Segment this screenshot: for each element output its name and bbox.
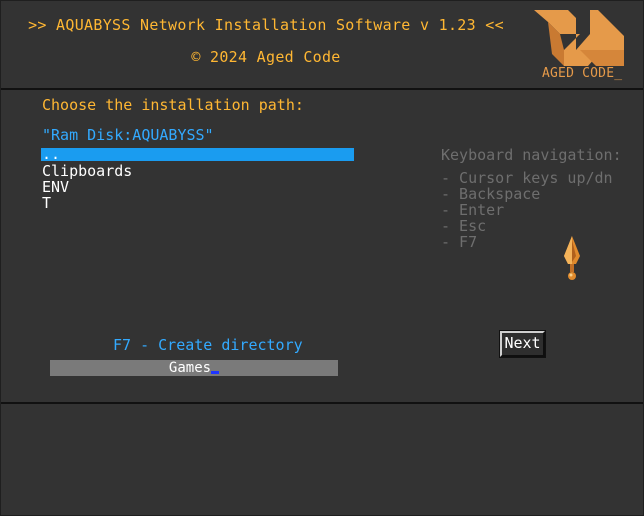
directory-item-env[interactable]: ENV: [41, 179, 354, 195]
app-title: >> AQUABYSS Network Installation Softwar…: [28, 16, 504, 34]
text-cursor: [211, 371, 220, 374]
create-directory-hint: F7 - Create directory: [113, 336, 303, 354]
current-path: "Ram Disk:AQUABYSS": [42, 126, 214, 144]
help-item-cursor-keys: - Cursor keys up/dn: [441, 169, 613, 187]
logo-text: AGED CODE_: [542, 66, 623, 81]
install-path-prompt: Choose the installation path:: [42, 96, 304, 114]
help-item-f7: - F7: [441, 233, 478, 251]
help-item-backspace: - Backspace: [441, 185, 541, 203]
footer-divider: [1, 402, 643, 404]
help-item-esc: - Esc: [441, 217, 487, 235]
directory-item-parent[interactable]: ..: [41, 147, 354, 162]
header-divider: [1, 88, 643, 90]
new-directory-value: Games: [168, 360, 212, 376]
directory-item-t[interactable]: T: [41, 195, 354, 211]
directory-item-clipboards[interactable]: Clipboards: [41, 163, 354, 179]
spearhead-icon: [564, 236, 580, 280]
help-item-enter: - Enter: [441, 201, 505, 219]
directory-list[interactable]: .. Clipboards ENV T: [41, 147, 354, 211]
new-directory-input[interactable]: Games: [50, 360, 338, 376]
keyboard-help-title: Keyboard navigation:: [441, 146, 622, 164]
keyboard-help: Keyboard navigation: - Cursor keys up/dn…: [441, 146, 622, 250]
copyright-text: © 2024 Aged Code: [191, 48, 341, 66]
next-button[interactable]: Next: [499, 330, 546, 358]
